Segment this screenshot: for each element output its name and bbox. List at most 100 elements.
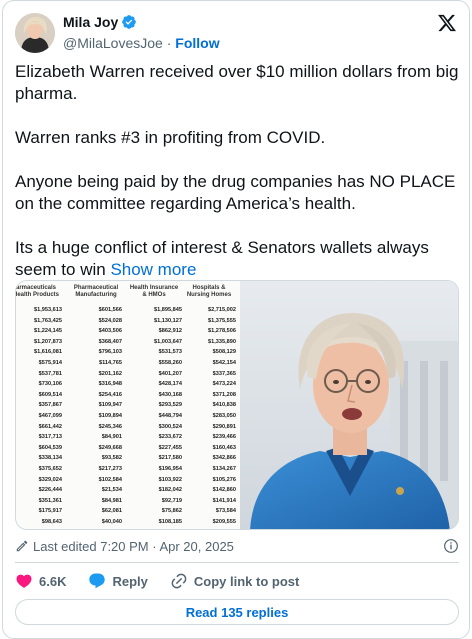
table-column: armaceuticals Health Products $1,953,613 $… — [16, 281, 62, 527]
table-cell: $342,866 — [212, 455, 236, 462]
table-column: Health Insurance & HMOs $1,895,845 $1,130,… — [126, 281, 182, 527]
table-cell: $217,273 — [98, 465, 122, 472]
table-cell: $108,185 — [158, 518, 182, 525]
table-cell: $2,715,002 — [208, 307, 236, 313]
author-name-row[interactable]: Mila Joy — [63, 14, 137, 30]
table-cell: $160,463 — [212, 444, 236, 451]
table-cell: $254,416 — [98, 391, 122, 398]
table-cell: $217,580 — [158, 455, 182, 462]
link-icon — [171, 573, 187, 589]
divider — [15, 562, 459, 563]
table-cell: $368,407 — [98, 338, 122, 345]
table-cell: $226,444 — [38, 487, 62, 494]
table-cell: $300,524 — [158, 423, 182, 430]
table-cell: $293,529 — [158, 402, 182, 409]
table-cell: $105,276 — [212, 476, 236, 483]
tweet-paragraph: Anyone being paid by the drug companies … — [15, 172, 456, 213]
table-cell: $609,514 — [38, 391, 62, 398]
reply-button[interactable]: Reply — [88, 572, 148, 590]
table-cell: $508,129 — [212, 349, 236, 356]
table-cell: $531,573 — [158, 349, 182, 356]
x-logo-icon[interactable] — [437, 13, 457, 33]
avatar[interactable] — [15, 13, 55, 53]
verified-badge-icon — [122, 15, 137, 29]
table-cell: $524,028 — [98, 317, 122, 324]
table-column: Hospitals & Nursing Homes $2,715,002 $1,37… — [182, 281, 236, 527]
table-column-header: Pharmaceutical Manufacturing — [73, 285, 119, 298]
tweet-media[interactable]: armaceuticals Health Products $1,953,613 $… — [15, 280, 459, 530]
reply-bubble-icon — [89, 573, 106, 589]
table-cell: $601,566 — [98, 307, 122, 313]
table-cell: $84,981 — [101, 497, 122, 504]
table-cell: $1,616,081 — [34, 349, 62, 356]
table-cell: $1,207,873 — [34, 338, 62, 345]
table-cell: $1,953,613 — [34, 307, 62, 313]
table-cell: $98,643 — [41, 518, 62, 525]
table-cell: $283,050 — [212, 412, 236, 419]
tweet-text: Elizabeth Warren received over $10 milli… — [15, 61, 459, 281]
author-handle[interactable]: @MilaLovesJoe — [63, 35, 163, 51]
table-cell: $1,895,845 — [154, 307, 182, 313]
author-display-name[interactable]: Mila Joy — [63, 14, 118, 30]
table-cell: $249,668 — [98, 444, 122, 451]
table-cell: $410,838 — [212, 402, 236, 409]
table-cell: $316,948 — [98, 381, 122, 388]
table-column-header: Health Insurance & HMOs — [129, 285, 179, 298]
info-icon[interactable] — [443, 538, 459, 554]
table-cell: $196,954 — [158, 465, 182, 472]
tweet-header: Mila Joy @MilaLovesJoe · Follow — [15, 11, 459, 55]
show-more-link[interactable]: Show more — [110, 260, 196, 279]
table-cell: $604,539 — [38, 444, 62, 451]
tweet-paragraph-last: Its a huge conflict of interest & Senato… — [15, 237, 459, 281]
tweet-paragraph: Warren ranks #3 in profiting from COVID. — [15, 128, 326, 147]
table-cell: $375,652 — [38, 465, 62, 472]
table-cell: $357,867 — [38, 402, 62, 409]
table-cell: $40,040 — [101, 518, 122, 525]
table-cell: $467,099 — [38, 412, 62, 419]
table-cell: $102,584 — [98, 476, 122, 483]
table-cell: $233,672 — [158, 434, 182, 441]
donations-table-image: armaceuticals Health Products $1,953,613 $… — [16, 281, 240, 529]
table-cell: $575,914 — [38, 359, 62, 366]
table-cell: $428,174 — [158, 381, 182, 388]
tweet-meta: Last edited 7:20 PM · Apr 20, 2025 — [15, 536, 459, 556]
table-cell: $93,582 — [101, 455, 122, 462]
table-cell: $1,003,647 — [154, 338, 182, 345]
copy-link-label: Copy link to post — [193, 573, 300, 589]
table-cell: $109,894 — [98, 412, 122, 419]
table-cell: $537,781 — [38, 370, 62, 377]
follow-button[interactable]: Follow — [175, 35, 219, 51]
table-cell: $403,506 — [98, 328, 122, 335]
author-handle-row: @MilaLovesJoe · Follow — [63, 35, 220, 51]
table-cell: $338,134 — [38, 455, 62, 462]
table-cell: $239,466 — [212, 434, 236, 441]
senator-photo — [240, 281, 458, 529]
table-cell: $175,917 — [38, 508, 62, 515]
table-cell: $371,208 — [212, 391, 236, 398]
tweet-paragraph: Elizabeth Warren received over $10 milli… — [15, 62, 459, 103]
table-cell: $109,947 — [98, 402, 122, 409]
table-cell: $103,922 — [158, 476, 182, 483]
table-cell: $730,106 — [38, 381, 62, 388]
table-column-header: Hospitals & Nursing Homes — [186, 285, 232, 298]
table-cell: $134,267 — [212, 465, 236, 472]
table-cell: $796,103 — [98, 349, 122, 356]
like-button[interactable]: 6.6K — [15, 572, 66, 590]
last-edited-timestamp[interactable]: Last edited 7:20 PM · Apr 20, 2025 — [33, 539, 234, 554]
reply-label: Reply — [112, 573, 148, 589]
tweet-card: Mila Joy @MilaLovesJoe · Follow Elizabet… — [2, 0, 470, 639]
table-cell: $1,763,425 — [34, 317, 62, 324]
heart-icon — [16, 574, 32, 588]
table-cell: $558,260 — [158, 359, 182, 366]
table-cell: $430,168 — [158, 391, 182, 398]
table-cell: $142,860 — [212, 487, 236, 494]
table-cell: $401,207 — [158, 370, 182, 377]
like-count: 6.6K — [39, 573, 67, 589]
table-cell: $73,584 — [215, 508, 236, 515]
table-cell: $290,891 — [212, 423, 236, 430]
copy-link-button[interactable]: Copy link to post — [170, 572, 299, 590]
table-cell: $473,224 — [212, 381, 236, 388]
table-cell: $92,719 — [161, 497, 182, 504]
read-replies-button[interactable]: Read 135 replies — [15, 599, 459, 625]
table-cell: $114,765 — [98, 359, 122, 366]
